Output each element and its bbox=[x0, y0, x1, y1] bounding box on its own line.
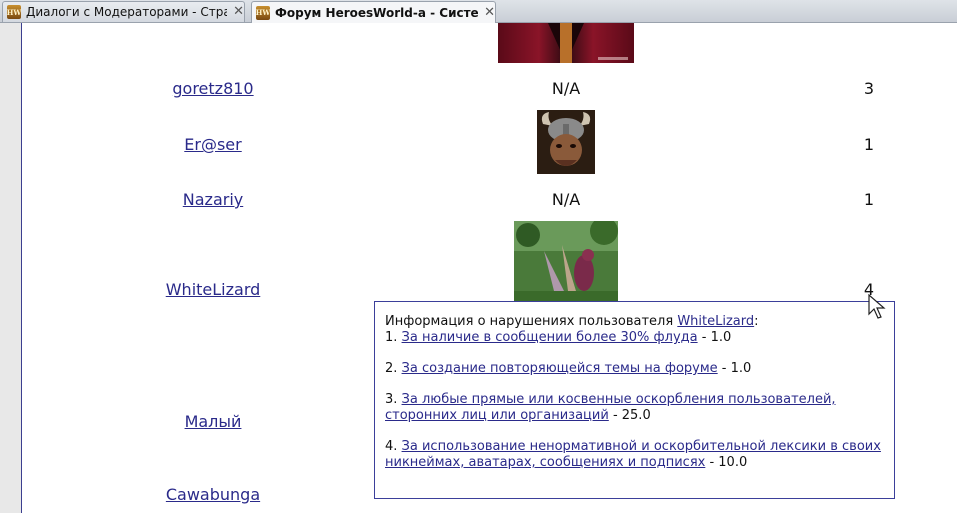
user-link-eraser[interactable]: Er@ser bbox=[184, 135, 241, 154]
close-icon[interactable]: ✕ bbox=[484, 6, 495, 19]
close-icon[interactable]: ✕ bbox=[233, 5, 244, 18]
page-content: goretz810 N/A 3 Er@ser 1 Nazariy N/A 1 W… bbox=[0, 23, 957, 513]
violation-item: 2. За создание повторяющейся темы на фор… bbox=[385, 361, 752, 376]
avatar-image-eraser bbox=[537, 110, 595, 174]
tab-moderator-dialogs[interactable]: HW Диалоги с Модераторами - Стран... ✕ bbox=[2, 1, 245, 22]
violation-count: 3 bbox=[863, 79, 875, 98]
tab-title: Диалоги с Модераторами - Стран... bbox=[26, 5, 228, 19]
tab-forum-system[interactable]: HW Форум HeroesWorld-a - Система... ✕ bbox=[251, 1, 496, 23]
violation-rule-link[interactable]: За наличие в сообщении более 30% флуда bbox=[402, 330, 698, 345]
violations-tooltip: Информация о нарушениях пользователя Whi… bbox=[374, 301, 895, 499]
tooltip-header: Информация о нарушениях пользователя Whi… bbox=[385, 314, 759, 329]
violation-rule-link[interactable]: За использование ненормативной и оскорби… bbox=[385, 439, 881, 470]
violation-item: 1. За наличие в сообщении более 30% флуд… bbox=[385, 330, 732, 345]
avatar-na-text: N/A bbox=[551, 79, 581, 98]
dragon-avatar bbox=[514, 221, 618, 301]
user-link-cawabunga[interactable]: Cawabunga bbox=[166, 485, 260, 504]
avatar-image-whitelizard bbox=[514, 221, 618, 301]
left-border-strip bbox=[0, 23, 22, 513]
user-link-nazariy[interactable]: Nazariy bbox=[183, 190, 243, 209]
tooltip-user-link[interactable]: WhiteLizard bbox=[677, 314, 754, 329]
user-link-malyi[interactable]: Малый bbox=[185, 412, 242, 431]
heroes-world-favicon-icon: HW bbox=[7, 5, 21, 19]
violation-count: 1 bbox=[863, 135, 875, 154]
violation-count: 1 bbox=[863, 190, 875, 209]
avatar-art bbox=[548, 23, 628, 63]
violation-rule-link[interactable]: За создание повторяющейся темы на форуме bbox=[402, 361, 718, 376]
avatar-na-text: N/A bbox=[551, 190, 581, 209]
arrow-cursor-icon bbox=[868, 294, 886, 319]
avatar-image bbox=[498, 23, 634, 63]
user-link-goretz810[interactable]: goretz810 bbox=[172, 79, 253, 98]
browser-tab-bar: HW Диалоги с Модераторами - Стран... ✕ H… bbox=[0, 0, 957, 23]
horned-warrior-avatar bbox=[537, 110, 595, 174]
violation-item: 3. За любые прямые или косвенные оскорбл… bbox=[385, 392, 836, 423]
tab-title: Форум HeroesWorld-a - Система... bbox=[275, 5, 479, 20]
user-link-whitelizard[interactable]: WhiteLizard bbox=[166, 280, 261, 299]
heroes-world-favicon-icon: HW bbox=[256, 5, 270, 20]
violation-item: 4. За использование ненормативной и оско… bbox=[385, 439, 881, 470]
